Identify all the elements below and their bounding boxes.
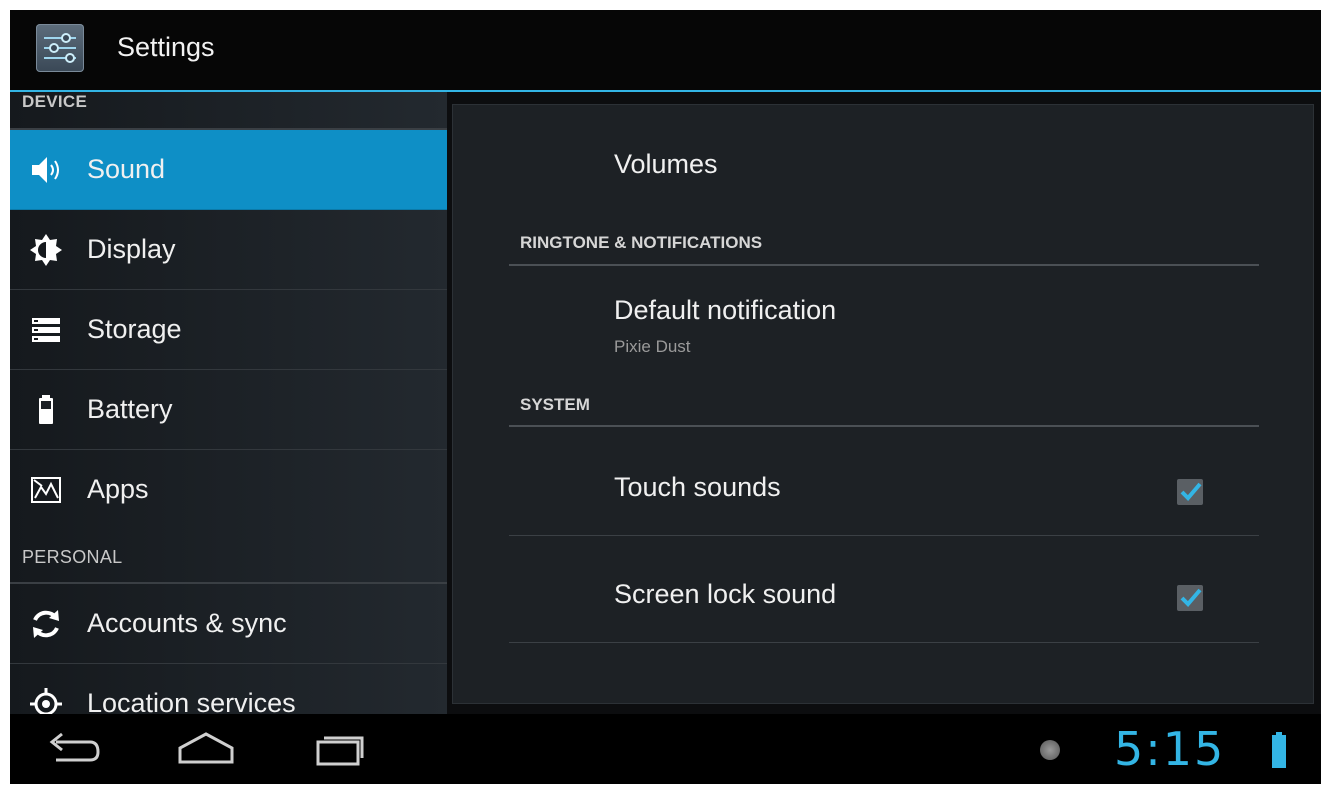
home-icon[interactable] <box>176 728 236 770</box>
system-navigation-bar: 5:15 <box>10 714 1321 784</box>
app-title: Settings <box>117 32 215 62</box>
battery-status-icon <box>1272 732 1286 768</box>
sidebar-item-label: Accounts & sync <box>87 608 287 638</box>
speaker-icon <box>28 152 64 188</box>
action-bar: Settings <box>10 10 1321 92</box>
sidebar-item-display[interactable]: Display <box>10 210 447 290</box>
sidebar-item-storage[interactable]: Storage <box>10 290 447 370</box>
sidebar-item-battery[interactable]: Battery <box>10 370 447 450</box>
default-notification-summary: Pixie Dust <box>614 337 691 356</box>
category-ringtone-notifications: RINGTONE & NOTIFICATIONS <box>520 233 763 252</box>
volumes-preference[interactable]: Volumes <box>614 149 718 180</box>
sidebar-item-apps[interactable]: Apps <box>10 450 447 530</box>
category-divider <box>509 425 1259 427</box>
category-system: SYSTEM <box>520 395 590 414</box>
section-header-device: DEVICE <box>10 92 447 130</box>
touch-sounds-title: Touch sounds <box>614 472 781 502</box>
storage-icon <box>28 312 64 348</box>
notification-icon[interactable] <box>1040 740 1060 760</box>
android-screen: Settings DEVICE Sound Display Storage Ba… <box>10 10 1321 784</box>
sound-settings-panel: Volumes RINGTONE & NOTIFICATIONS Default… <box>452 104 1314 704</box>
screen-lock-sound-checkbox[interactable] <box>1177 585 1203 611</box>
touch-sounds-checkbox[interactable] <box>1177 479 1203 505</box>
sidebar-item-label: Apps <box>87 474 149 504</box>
sync-icon <box>28 606 64 642</box>
settings-headers-list[interactable]: DEVICE Sound Display Storage Battery App… <box>10 92 447 714</box>
location-icon <box>28 686 64 714</box>
sidebar-item-label: Display <box>87 234 176 264</box>
battery-icon <box>28 392 64 428</box>
section-header-personal: PERSONAL <box>10 530 447 584</box>
preference-divider <box>509 642 1259 643</box>
sidebar-item-accounts-sync[interactable]: Accounts & sync <box>10 584 447 664</box>
sidebar-item-label: Storage <box>87 314 182 344</box>
sidebar-item-label: Sound <box>87 154 166 184</box>
status-clock[interactable]: 5:15 <box>1114 722 1225 776</box>
preference-divider <box>509 535 1259 536</box>
sidebar-item-label: Battery <box>87 394 173 424</box>
screen-lock-sound-title: Screen lock sound <box>614 579 837 609</box>
back-icon[interactable] <box>42 728 102 770</box>
settings-sliders-icon[interactable] <box>36 24 84 72</box>
default-notification-title: Default notification <box>614 295 837 325</box>
recent-apps-icon[interactable] <box>310 728 370 770</box>
category-divider <box>509 264 1259 266</box>
apps-icon <box>28 472 64 508</box>
sidebar-item-label: Location services <box>87 688 296 714</box>
sidebar-item-sound[interactable]: Sound <box>10 130 447 210</box>
sidebar-item-location-services[interactable]: Location services <box>10 664 447 714</box>
brightness-icon <box>28 232 64 268</box>
